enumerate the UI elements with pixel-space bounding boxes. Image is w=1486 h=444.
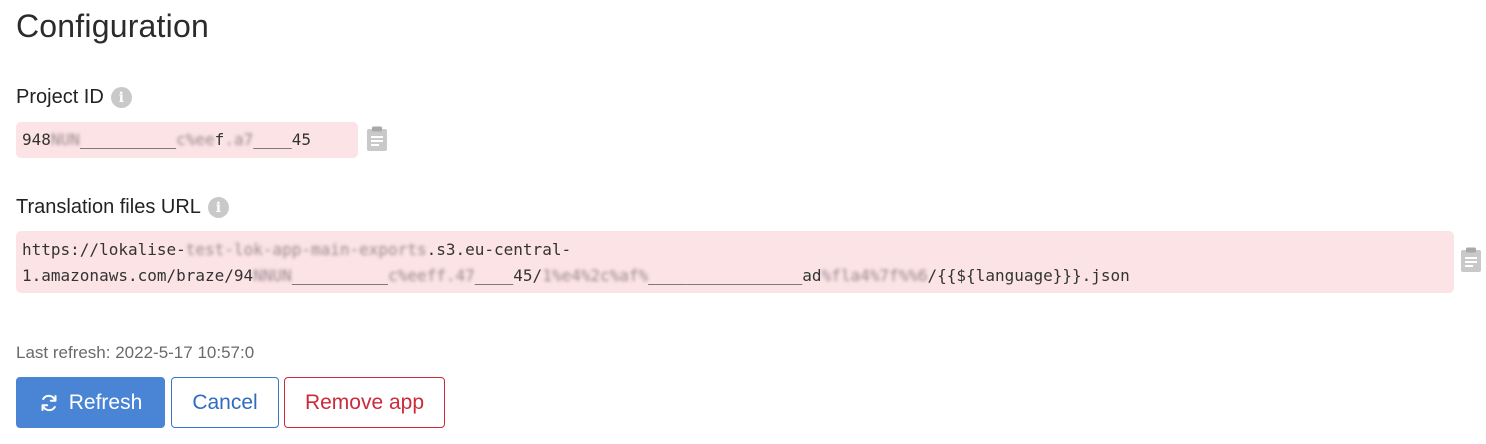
- page-title: Configuration: [16, 8, 209, 44]
- redacted-text: c%eeff.47: [388, 266, 475, 285]
- project-id-value: 948NUN__________c%eef.a7____45: [16, 122, 358, 158]
- refresh-icon: [41, 394, 57, 411]
- clipboard-icon[interactable]: [1460, 247, 1482, 273]
- info-icon[interactable]: i: [110, 87, 132, 108]
- project-id-segment: f: [214, 130, 225, 149]
- clipboard-icon[interactable]: [366, 126, 388, 152]
- redacted-text: test-lok-app-main-exports: [185, 240, 427, 259]
- redacted-text: %fla4%7f%%6: [821, 266, 928, 285]
- refresh-button[interactable]: Refresh: [16, 377, 165, 428]
- project-id-label-row: Project ID i: [16, 86, 132, 109]
- translation-url-label: Translation files URL: [16, 196, 201, 218]
- url-segment: ________________ad: [648, 266, 822, 285]
- redacted-text: NNUN: [253, 266, 292, 285]
- url-segment: /{{${language}}}.json: [927, 266, 1130, 285]
- cancel-button-label: Cancel: [192, 390, 258, 414]
- redacted-text: .a7: [224, 130, 254, 149]
- redacted-text: c%ee: [176, 130, 215, 149]
- cancel-button[interactable]: Cancel: [171, 377, 279, 428]
- project-id-prefix: 948: [22, 130, 51, 149]
- translation-url-label-row: Translation files URL i: [16, 196, 229, 219]
- url-segment: 1.amazonaws.com/braze/94: [22, 266, 254, 285]
- project-id-segment: __________: [79, 130, 177, 149]
- last-refresh-status: Last refresh: 2022-5-17 10:57:0: [16, 343, 255, 362]
- url-segment: __________: [291, 266, 389, 285]
- url-segment: .s3.eu-central-: [426, 240, 572, 259]
- project-id-segment: ____: [253, 130, 292, 149]
- refresh-button-label: Refresh: [68, 390, 143, 414]
- url-segment: https://lokalise-: [22, 240, 186, 259]
- project-id-suffix: 45: [291, 130, 312, 149]
- remove-app-button-label: Remove app: [304, 390, 425, 414]
- url-segment: ____45/: [474, 266, 543, 285]
- info-icon[interactable]: i: [207, 197, 229, 218]
- translation-url-value: https://lokalise-test-lok-app-main-expor…: [16, 231, 1454, 293]
- project-id-label: Project ID: [16, 86, 104, 108]
- redacted-text: NUN: [50, 130, 80, 149]
- redacted-text: 1%e4%2c%af%: [542, 266, 649, 285]
- remove-app-button[interactable]: Remove app: [284, 377, 445, 428]
